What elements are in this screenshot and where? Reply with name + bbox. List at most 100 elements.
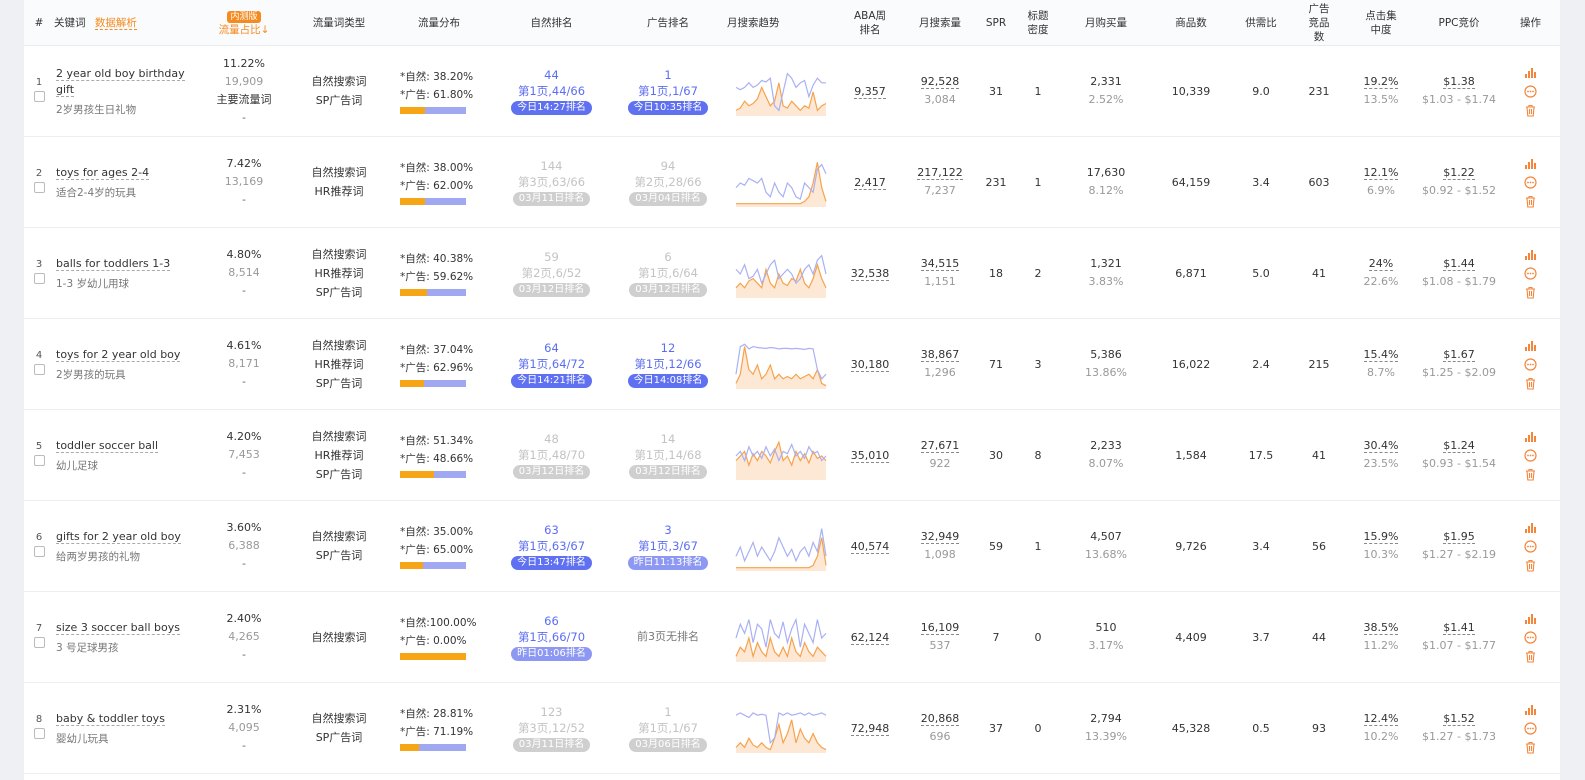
col-title-density[interactable]: 标题密度 [1017,0,1059,46]
monthly-trend-sparkline[interactable] [734,702,828,754]
col-ppc[interactable]: PPC竞价 [1417,0,1501,46]
ad-rank-cell[interactable]: 前3页无排名 [609,591,727,683]
monthly-trend-sparkline[interactable] [734,611,828,663]
aba-rank[interactable]: 9,357 [854,84,886,99]
more-circle-icon[interactable] [1524,539,1537,553]
organic-rank-cell[interactable]: 59 第2页,6/52 03月12日排名 [494,227,609,319]
ad-rank-cell[interactable]: 94 第2页,28/66 03月04日排名 [609,136,727,228]
row-checkbox[interactable] [33,455,45,466]
col-search[interactable]: 月搜索量 [905,0,975,46]
table-row[interactable]: 7 size 3 soccer ball boys 3 号足球男孩 2.40% 4,26… [24,591,1560,683]
organic-rank-cell[interactable]: 144 第3页,63/66 03月11日排名 [494,136,609,228]
search-volume[interactable]: 27,671 [920,439,960,453]
data-explain-link[interactable]: 数据解析 [94,16,137,30]
bar-chart-icon[interactable] [1524,248,1537,261]
click-concentration[interactable]: 38.5% [1363,621,1399,635]
row-checkbox[interactable] [33,728,45,739]
row-checkbox[interactable] [33,546,45,557]
aba-rank[interactable]: 40,574 [850,539,890,554]
organic-rank-cell[interactable]: 64 第1页,64/72 今日14:21排名 [494,318,609,410]
search-volume[interactable]: 16,109 [920,621,960,635]
table-row[interactable]: 4 toys for 2 year old boy 2岁男孩的玩具 4.61% 8,17… [24,318,1560,410]
click-concentration[interactable]: 24% [1368,257,1394,271]
monthly-trend-sparkline[interactable] [734,338,828,390]
aba-rank[interactable]: 35,010 [850,448,890,463]
trash-icon[interactable] [1524,286,1537,299]
table-row[interactable]: 1 2 year old boy birthday gift 2岁男孩生日礼物 11.… [24,45,1560,137]
click-concentration[interactable]: 12.4% [1363,712,1399,726]
bar-chart-icon[interactable] [1524,703,1537,716]
ad-rank-cell[interactable]: 12 第1页,12/66 今日14:08排名 [609,318,727,410]
aba-rank[interactable]: 30,180 [850,357,890,372]
keyword-en[interactable]: balls for toddlers 1-3 [56,256,171,271]
ad-rank-cell[interactable]: 1 第1页,1/67 今日10:35排名 [609,45,727,137]
monthly-trend-sparkline[interactable] [734,520,828,572]
ad-rank-cell[interactable]: 3 第1页,3/67 昨日11:13排名 [609,500,727,592]
table-row[interactable]: 3 balls for toddlers 1-3 1-3 岁幼儿用球 4.80% 8,5… [24,227,1560,319]
col-keyword[interactable]: 关键词 数据解析 [54,0,194,46]
row-checkbox[interactable] [33,637,45,648]
keyword-en[interactable]: gifts for 2 year old boy [56,529,181,544]
aba-rank[interactable]: 72,948 [850,721,890,736]
trash-icon[interactable] [1524,559,1537,572]
row-checkbox[interactable] [33,273,45,284]
click-concentration[interactable]: 15.9% [1363,530,1399,544]
keyword-en[interactable]: size 3 soccer ball boys [56,620,180,635]
click-concentration[interactable]: 30.4% [1363,439,1399,453]
bar-chart-icon[interactable] [1524,339,1537,352]
table-row[interactable]: 2 toys for ages 2-4 适合2-4岁的玩具 7.42% 13,169 - 自… [24,136,1560,228]
col-ad-products[interactable]: 广告竞品数 [1293,0,1345,46]
table-row[interactable]: 8 baby & toddler toys 婴幼儿玩具 2.31% 4,095 - 自然搜索… [24,682,1560,774]
search-volume[interactable]: 92,528 [920,75,960,89]
organic-rank-cell[interactable]: 66 第1页,66/70 昨日01:06排名 [494,591,609,683]
col-spr[interactable]: SPR [975,0,1017,46]
ad-rank-cell[interactable]: 14 第1页,14/68 03月12日排名 [609,409,727,501]
col-share-label[interactable]: 流量占比↓ [219,24,270,36]
bar-chart-icon[interactable] [1524,612,1537,625]
keyword-en[interactable]: toddler soccer ball [56,438,159,453]
monthly-trend-sparkline[interactable] [734,429,828,481]
more-circle-icon[interactable] [1524,357,1537,371]
ad-rank-cell[interactable]: 1 第1页,1/67 03月06日排名 [609,682,727,774]
ppc-bid[interactable]: $1.44 [1443,257,1475,271]
aba-rank[interactable]: 32,538 [850,266,890,281]
row-checkbox[interactable] [33,182,45,193]
search-volume[interactable]: 32,949 [920,530,960,544]
aba-rank[interactable]: 2,417 [854,175,886,190]
search-volume[interactable]: 217,122 [917,166,963,180]
ppc-bid[interactable]: $1.38 [1443,75,1475,89]
trash-icon[interactable] [1524,650,1537,663]
keyword-en[interactable]: toys for 2 year old boy [56,347,181,362]
organic-rank-cell[interactable]: 44 第1页,44/66 今日14:27排名 [494,45,609,137]
click-concentration[interactable]: 12.1% [1363,166,1399,180]
trash-icon[interactable] [1524,377,1537,390]
monthly-trend-sparkline[interactable] [734,247,828,299]
more-circle-icon[interactable] [1524,721,1537,735]
organic-rank-cell[interactable]: 123 第3页,12/52 03月11日排名 [494,682,609,774]
ppc-bid[interactable]: $1.95 [1443,530,1475,544]
keyword-en[interactable]: baby & toddler toys [56,711,165,726]
col-click[interactable]: 点击集中度 [1345,0,1417,46]
col-aba[interactable]: ABA周排名 [835,0,905,46]
click-concentration[interactable]: 19.2% [1363,75,1399,89]
search-volume[interactable]: 38,867 [920,348,960,362]
monthly-trend-sparkline[interactable] [734,65,828,117]
ppc-bid[interactable]: $1.22 [1443,166,1475,180]
search-volume[interactable]: 34,515 [920,257,960,271]
organic-rank-cell[interactable]: 63 第1页,63/67 今日13:47排名 [494,500,609,592]
trash-icon[interactable] [1524,195,1537,208]
more-circle-icon[interactable] [1524,630,1537,644]
col-purchase[interactable]: 月购买量 [1059,0,1153,46]
ppc-bid[interactable]: $1.24 [1443,439,1475,453]
table-row[interactable]: 6 gifts for 2 year old boy 给两岁男孩的礼物 3.60% 6,… [24,500,1560,592]
more-circle-icon[interactable] [1524,448,1537,462]
trash-icon[interactable] [1524,741,1537,754]
more-circle-icon[interactable] [1524,84,1537,98]
col-share[interactable]: 内测版 流量占比↓ [194,0,294,46]
search-volume[interactable]: 20,868 [920,712,960,726]
organic-rank-cell[interactable]: 48 第1页,48/70 03月12日排名 [494,409,609,501]
trash-icon[interactable] [1524,468,1537,481]
ppc-bid[interactable]: $1.67 [1443,348,1475,362]
keyword-en[interactable]: 2 year old boy birthday gift [56,66,185,97]
row-checkbox[interactable] [33,91,45,102]
